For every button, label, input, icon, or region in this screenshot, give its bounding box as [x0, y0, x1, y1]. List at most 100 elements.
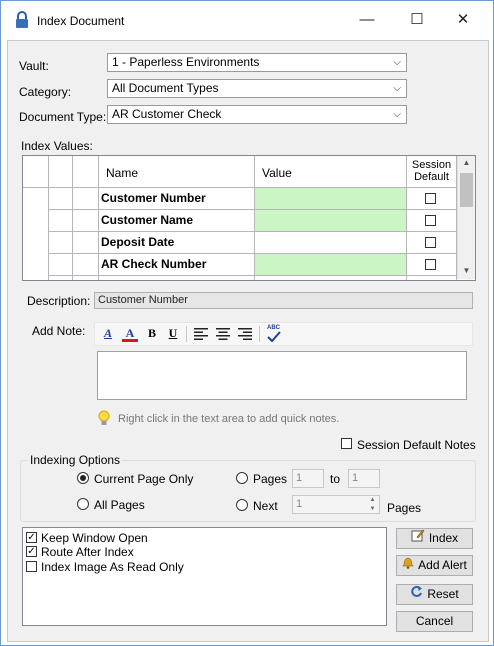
options-list: ✓ Keep Window Open ✓ Route After Index I…: [22, 527, 387, 626]
index-row-value[interactable]: [255, 188, 407, 210]
spellcheck-icon[interactable]: ABC: [265, 325, 283, 343]
session-default-checkbox[interactable]: [425, 237, 436, 248]
dialog-body: Vault: 1 - Paperless Environments ⌵ Cate…: [7, 40, 489, 642]
index-row-value[interactable]: [255, 254, 407, 276]
index-row-name: Deposit Date: [99, 232, 255, 254]
add-alert-button[interactable]: Add Alert: [396, 555, 473, 576]
refresh-icon: [411, 586, 423, 597]
session-default-checkbox[interactable]: [425, 215, 436, 226]
next-label: Next: [253, 499, 278, 513]
index-row-value[interactable]: [255, 210, 407, 232]
current-page-only-radio[interactable]: [77, 472, 89, 484]
grid-spacer-cell: [49, 276, 73, 280]
all-pages-radio[interactable]: [77, 498, 89, 510]
align-center-icon[interactable]: [216, 328, 230, 340]
bell-icon: [402, 557, 414, 569]
category-value: All Document Types: [112, 81, 219, 95]
index-image-read-only-label: Index Image As Read Only: [41, 560, 184, 574]
pages-from-input[interactable]: 1: [292, 469, 324, 488]
description-label: Description:: [27, 294, 91, 308]
pages-to-label: to: [330, 472, 341, 486]
scroll-up-icon[interactable]: ▲: [458, 156, 475, 170]
note-toolbar: A A B U ABC: [94, 322, 473, 346]
session-default-notes-label: Session Default Notes: [357, 438, 476, 452]
minimize-button[interactable]: —: [345, 7, 389, 33]
grid-spacer-cell: [255, 276, 407, 280]
padlock-icon: [16, 11, 28, 28]
all-pages-label: All Pages: [94, 498, 145, 512]
next-pages-suffix: Pages: [387, 501, 422, 515]
column-header-session-default[interactable]: Session Default: [407, 156, 457, 188]
vault-select[interactable]: 1 - Paperless Environments ⌵: [107, 53, 407, 72]
index-values-label: Index Values:: [21, 139, 93, 153]
window-title: Index Document: [37, 14, 125, 28]
vault-label: Vault:: [19, 59, 49, 73]
pages-label: Pages: [253, 472, 288, 486]
stepper-up-icon[interactable]: ▲: [367, 496, 378, 504]
close-button[interactable]: ✕: [441, 7, 485, 33]
note-textarea[interactable]: [97, 351, 467, 400]
keep-window-open-label: Keep Window Open: [41, 531, 148, 545]
session-default-cell: [407, 254, 457, 276]
category-select[interactable]: All Document Types ⌵: [107, 79, 407, 98]
grid-spacer-cell: [49, 188, 73, 210]
chevron-down-icon: ⌵: [393, 57, 401, 68]
row-header-corner: [23, 156, 49, 188]
cancel-button[interactable]: Cancel: [396, 611, 473, 632]
index-row-name: Customer Number: [99, 188, 255, 210]
route-after-index-label: Route After Index: [41, 545, 134, 559]
index-row-value[interactable]: [255, 232, 407, 254]
pages-radio[interactable]: [236, 472, 248, 484]
route-after-index-checkbox[interactable]: ✓: [26, 546, 37, 557]
scroll-down-icon[interactable]: ▼: [458, 264, 475, 278]
title-bar: Index Document — ☐ ✕: [1, 1, 493, 39]
column-header-name[interactable]: Name: [99, 156, 255, 188]
session-default-checkbox[interactable]: [425, 193, 436, 204]
index-button-label: Index: [428, 531, 459, 545]
vault-value: 1 - Paperless Environments: [112, 55, 260, 69]
toolbar-separator: [259, 326, 260, 342]
lightbulb-icon: [98, 410, 110, 425]
next-radio[interactable]: [236, 499, 248, 511]
column-header-value[interactable]: Value: [255, 156, 407, 188]
grid-header-spacer: [49, 156, 73, 188]
grid-spacer-cell: [73, 188, 99, 210]
next-pages-value: 1: [296, 498, 303, 510]
session-default-cell: [407, 232, 457, 254]
underline-icon[interactable]: U: [166, 326, 180, 342]
category-label: Category:: [19, 85, 72, 99]
font-icon[interactable]: A: [100, 326, 116, 342]
document-type-select[interactable]: AR Customer Check ⌵: [107, 105, 407, 124]
session-default-checkbox[interactable]: [425, 259, 436, 270]
stepper-down-icon[interactable]: ▼: [367, 505, 378, 513]
grid-scrollbar[interactable]: ▲ ▼: [457, 156, 475, 279]
add-alert-button-label: Add Alert: [418, 558, 467, 572]
index-row-name: AR Check Number: [99, 254, 255, 276]
scroll-thumb[interactable]: [460, 173, 473, 207]
toolbar-separator: [186, 326, 187, 342]
align-left-icon[interactable]: [194, 328, 208, 340]
index-button[interactable]: Index: [396, 528, 473, 549]
index-image-read-only-checkbox[interactable]: [26, 561, 37, 572]
description-field: Customer Number: [94, 292, 473, 309]
next-pages-stepper[interactable]: 1 ▲ ▼: [292, 495, 380, 514]
reset-button[interactable]: Reset: [396, 584, 473, 605]
index-values-grid: Name Value Session Default Customer Numb…: [22, 155, 476, 281]
align-right-icon[interactable]: [238, 328, 252, 340]
grid-spacer-cell: [49, 254, 73, 276]
maximize-button[interactable]: ☐: [395, 7, 439, 33]
keep-window-open-checkbox[interactable]: ✓: [26, 532, 37, 543]
grid-spacer-cell: [73, 210, 99, 232]
checkmark-icon: [267, 331, 281, 342]
index-row-name: Customer Name: [99, 210, 255, 232]
session-default-notes-checkbox[interactable]: [341, 438, 352, 449]
current-page-only-label: Current Page Only: [94, 472, 194, 486]
chevron-down-icon: ⌵: [393, 109, 401, 120]
indexing-options-title: Indexing Options: [28, 453, 123, 467]
grid-spacer-cell: [407, 276, 457, 280]
bold-icon[interactable]: B: [145, 326, 159, 342]
font-color-icon[interactable]: A: [122, 326, 138, 342]
edit-icon: [411, 529, 425, 542]
reset-button-label: Reset: [427, 587, 459, 601]
pages-to-input[interactable]: 1: [348, 469, 380, 488]
